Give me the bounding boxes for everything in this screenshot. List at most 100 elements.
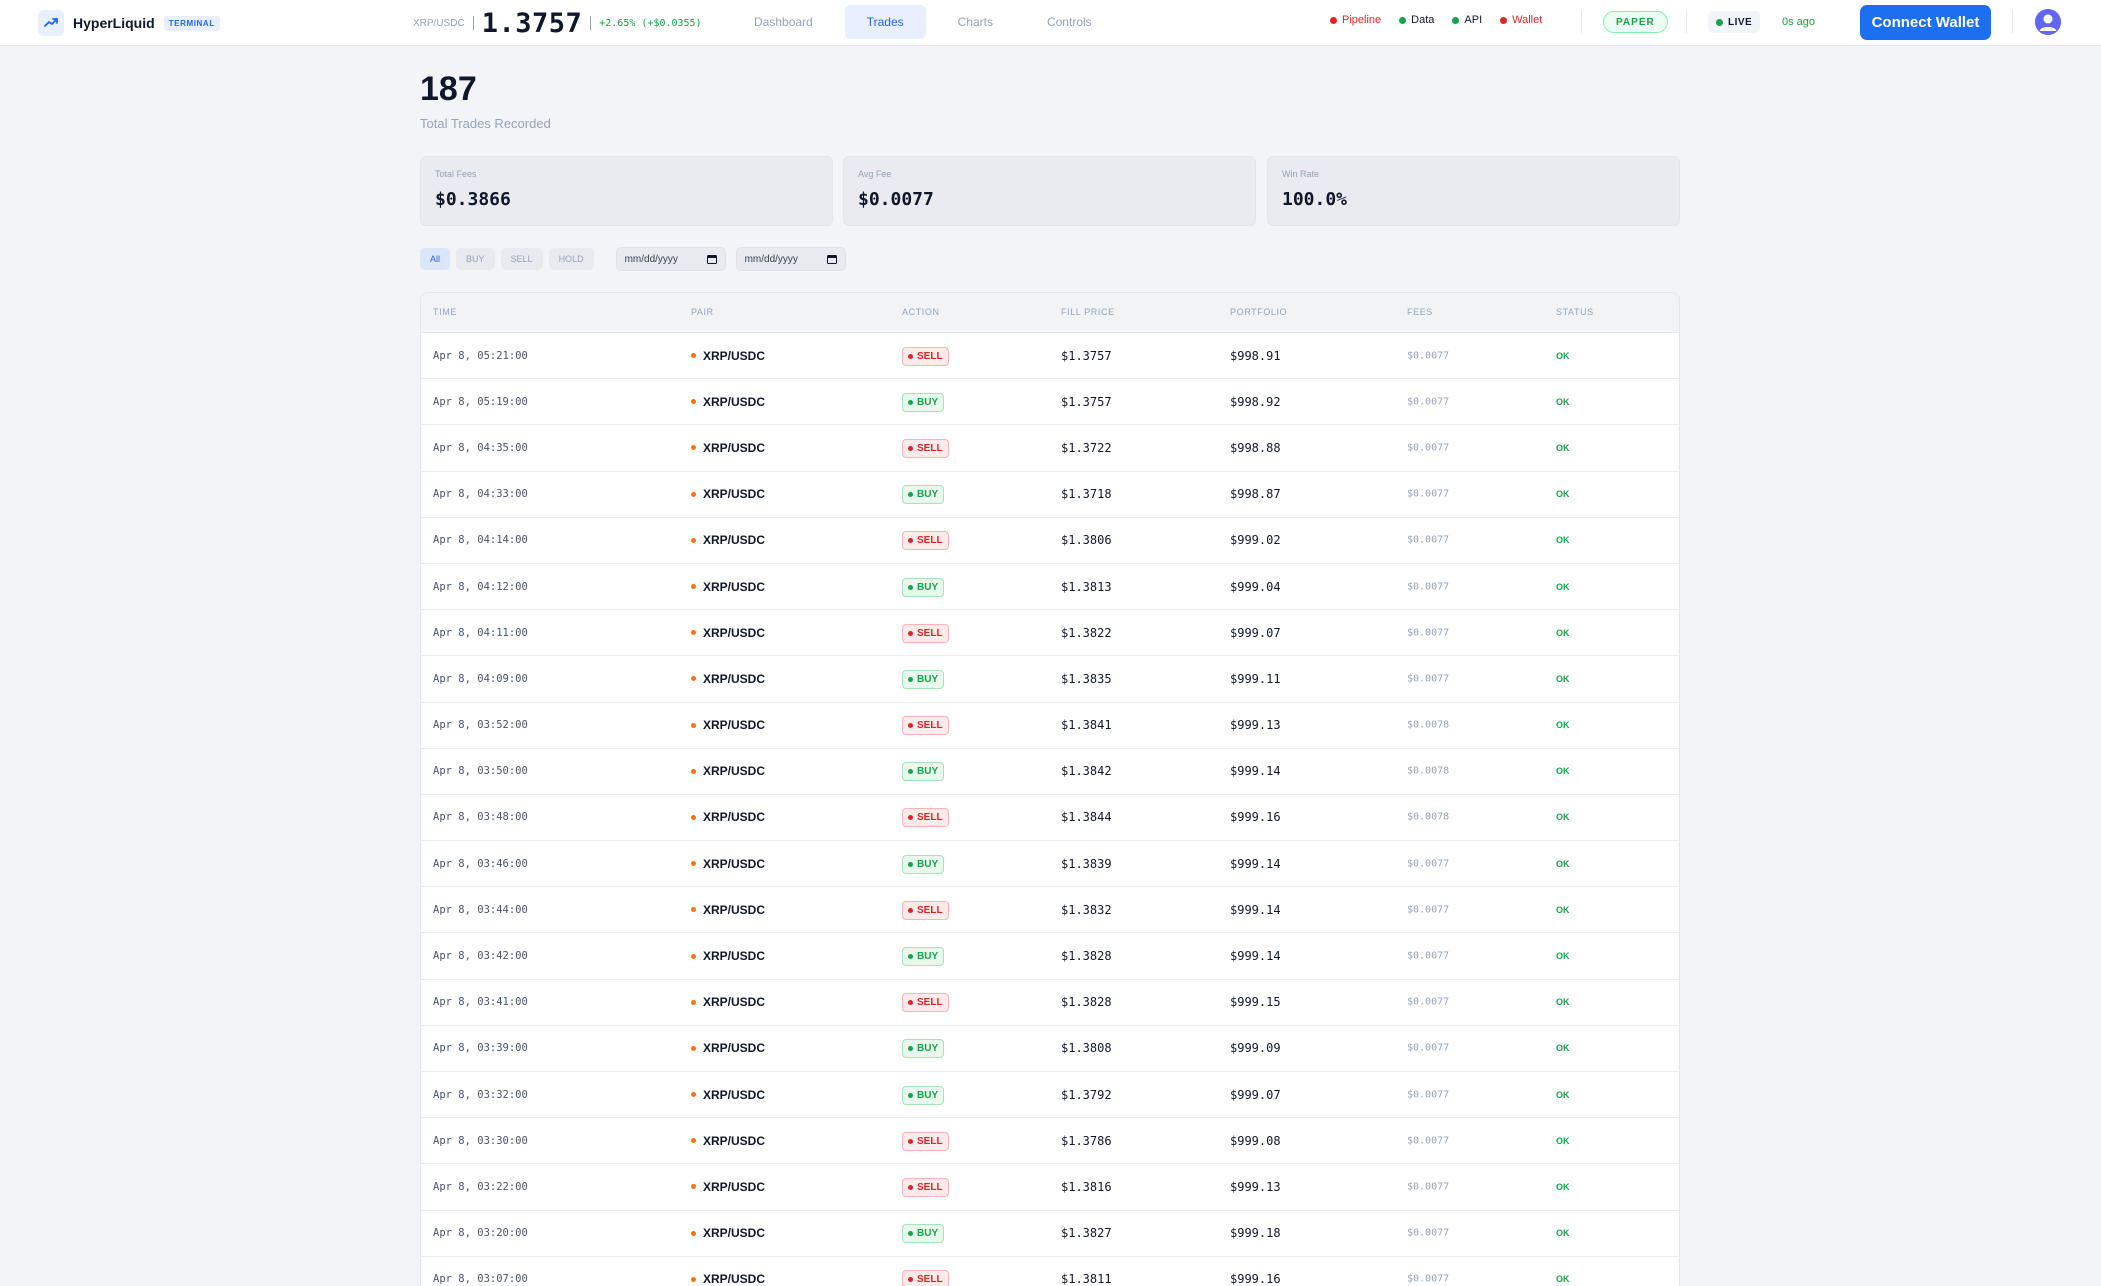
table-row[interactable]: Apr 8, 03:20:00 XRP/USDC BUY $1.3827 $999.18… xyxy=(421,1211,1679,1257)
table-row[interactable]: Apr 8, 03:42:00 XRP/USDC BUY $1.3828 $999.14… xyxy=(421,933,1679,980)
cell-status: OK xyxy=(1556,720,1570,731)
cell-fee: $0.0078 xyxy=(1407,719,1450,731)
cell-status: OK xyxy=(1556,1181,1570,1192)
action-label: BUY xyxy=(917,858,939,870)
cell-time: Apr 8, 03:46:00 xyxy=(433,857,528,870)
table-row[interactable]: Apr 8, 04:11:00 XRP/USDC SELL $1.3822 $999.0… xyxy=(421,610,1679,657)
cell-portfolio: $999.13 xyxy=(1230,718,1281,733)
cell-portfolio: $998.92 xyxy=(1230,394,1281,409)
table-row[interactable]: Apr 8, 03:39:00 XRP/USDC BUY $1.3808 $999.09… xyxy=(421,1026,1679,1072)
table-body: Apr 8, 05:21:00 XRP/USDC SELL $1.3757 $998.9… xyxy=(421,333,1679,1286)
tab-charts[interactable]: Charts xyxy=(936,5,1015,39)
filter-sell[interactable]: SELL xyxy=(500,248,543,270)
cell-status: OK xyxy=(1556,489,1570,500)
table-row[interactable]: Apr 8, 03:22:00 XRP/USDC SELL $1.3816 $999.1… xyxy=(421,1164,1679,1211)
pair-label: XRP/USDC xyxy=(703,394,766,409)
column-header-fill-price[interactable]: FILL PRICE xyxy=(1061,307,1115,317)
stat-card-total-fees: Total Fees $0.3866 xyxy=(420,156,833,226)
cell-portfolio: $999.07 xyxy=(1230,1087,1281,1102)
ticker-divider xyxy=(472,16,474,30)
column-header-time[interactable]: TIME xyxy=(433,307,457,317)
cell-pair: XRP/USDC xyxy=(691,857,765,871)
table-row[interactable]: Apr 8, 03:41:00 XRP/USDC SELL $1.3828 $999.1… xyxy=(421,980,1679,1026)
cell-fee: $0.0077 xyxy=(1407,1181,1450,1193)
cell-fee: $0.0077 xyxy=(1407,1135,1450,1147)
ticker-price: 1.3757 xyxy=(481,7,583,39)
column-header-status[interactable]: STATUS xyxy=(1556,307,1594,317)
connect-wallet-button[interactable]: Connect Wallet xyxy=(1860,5,1991,40)
column-header-fees[interactable]: FEES xyxy=(1407,307,1433,317)
cell-portfolio: $999.14 xyxy=(1230,764,1281,779)
cell-time: Apr 8, 03:41:00 xyxy=(433,996,528,1009)
table-row[interactable]: Apr 8, 03:48:00 XRP/USDC SELL $1.3844 $999.1… xyxy=(421,795,1679,842)
pair-label: XRP/USDC xyxy=(703,348,766,363)
column-header-pair[interactable]: PAIR xyxy=(691,307,714,317)
ticker-pair: XRP/USDC xyxy=(413,17,465,29)
table-row[interactable]: Apr 8, 03:30:00 XRP/USDC SELL $1.3786 $999.0… xyxy=(421,1118,1679,1165)
cell-portfolio: $999.09 xyxy=(1230,1041,1281,1056)
cell-time: Apr 8, 03:48:00 xyxy=(433,811,528,824)
table-row[interactable]: Apr 8, 03:32:00 XRP/USDC BUY $1.3792 $999.07… xyxy=(421,1072,1679,1119)
top-bar: HyperLiquid TERMINAL XRP/USDC 1.3757 +2.… xyxy=(0,0,2101,46)
tab-controls[interactable]: Controls xyxy=(1025,5,1114,39)
date-to-input[interactable]: mm/dd/yyyy xyxy=(735,247,846,271)
cell-portfolio: $999.14 xyxy=(1230,856,1281,871)
cell-pair: XRP/USDC xyxy=(691,441,765,455)
table-row[interactable]: Apr 8, 04:12:00 XRP/USDC BUY $1.3813 $999.04… xyxy=(421,564,1679,611)
pair-label: XRP/USDC xyxy=(703,995,766,1010)
filter-all[interactable]: All xyxy=(420,248,451,270)
pair-label: XRP/USDC xyxy=(703,1179,766,1194)
status-dot xyxy=(1500,16,1508,24)
cell-fee: $0.0077 xyxy=(1407,581,1450,593)
pair-dot xyxy=(691,630,696,636)
brand-logo[interactable]: HyperLiquid TERMINAL xyxy=(38,10,220,36)
action-dot xyxy=(908,907,913,913)
table-row[interactable]: Apr 8, 05:19:00 XRP/USDC BUY $1.3757 $998.92… xyxy=(421,379,1679,426)
cell-fill-price: $1.3811 xyxy=(1061,1272,1112,1286)
action-badge: BUY xyxy=(902,854,945,874)
action-badge: BUY xyxy=(902,669,945,689)
action-label: BUY xyxy=(917,1043,939,1055)
user-avatar[interactable] xyxy=(2035,9,2061,35)
cell-fill-price: $1.3828 xyxy=(1061,995,1112,1010)
table-row[interactable]: Apr 8, 03:44:00 XRP/USDC SELL $1.3832 $999.1… xyxy=(421,887,1679,934)
table-row[interactable]: Apr 8, 04:14:00 XRP/USDC SELL $1.3806 $999.0… xyxy=(421,518,1679,564)
pair-dot xyxy=(691,1230,696,1236)
filter-hold[interactable]: HOLD xyxy=(548,248,594,270)
cell-fee: $0.0077 xyxy=(1407,488,1450,500)
cell-fill-price: $1.3816 xyxy=(1061,1179,1112,1194)
column-header-portfolio[interactable]: PORTFOLIO xyxy=(1230,307,1287,317)
cell-action: SELL xyxy=(902,900,949,920)
table-row[interactable]: Apr 8, 04:35:00 XRP/USDC SELL $1.3722 $998.8… xyxy=(421,425,1679,472)
pair-dot xyxy=(691,491,696,497)
tab-trades[interactable]: Trades xyxy=(844,5,926,39)
table-row[interactable]: Apr 8, 03:52:00 XRP/USDC SELL $1.3841 $999.1… xyxy=(421,703,1679,749)
cell-pair: XRP/USDC xyxy=(691,810,765,824)
stat-card-win-rate: Win Rate 100.0% xyxy=(1267,156,1680,226)
cell-portfolio: $999.18 xyxy=(1230,1226,1281,1241)
paper-mode-badge: PAPER xyxy=(1603,11,1668,33)
table-row[interactable]: Apr 8, 05:21:00 XRP/USDC SELL $1.3757 $998.9… xyxy=(421,333,1679,380)
action-label: BUY xyxy=(917,766,939,778)
action-dot xyxy=(908,1277,913,1283)
cell-fee: $0.0077 xyxy=(1407,950,1450,962)
stat-value: 100.0% xyxy=(1282,189,1348,210)
cell-time: Apr 8, 03:42:00 xyxy=(433,950,528,963)
column-header-action[interactable]: ACTION xyxy=(902,307,940,317)
action-badge: BUY xyxy=(902,577,945,597)
table-row[interactable]: Apr 8, 03:07:00 XRP/USDC SELL $1.3811 $999.1… xyxy=(421,1257,1679,1286)
table-row[interactable]: Apr 8, 03:46:00 XRP/USDC BUY $1.3839 $999.14… xyxy=(421,841,1679,888)
filter-buy[interactable]: BUY xyxy=(456,248,495,270)
pair-dot xyxy=(691,999,696,1005)
brand-tag: TERMINAL xyxy=(163,15,220,31)
tab-dashboard[interactable]: Dashboard xyxy=(732,5,835,39)
date-from-input[interactable]: mm/dd/yyyy xyxy=(615,247,726,271)
cell-pair: XRP/USDC xyxy=(691,626,765,640)
table-row[interactable]: Apr 8, 04:09:00 XRP/USDC BUY $1.3835 $999.11… xyxy=(421,656,1679,703)
cell-status: OK xyxy=(1556,627,1570,638)
table-row[interactable]: Apr 8, 04:33:00 XRP/USDC BUY $1.3718 $998.87… xyxy=(421,472,1679,518)
cell-time: Apr 8, 03:50:00 xyxy=(433,765,528,778)
table-row[interactable]: Apr 8, 03:50:00 XRP/USDC BUY $1.3842 $999.14… xyxy=(421,749,1679,795)
cell-fill-price: $1.3832 xyxy=(1061,902,1112,917)
total-trades-label: Total Trades Recorded xyxy=(420,116,551,131)
